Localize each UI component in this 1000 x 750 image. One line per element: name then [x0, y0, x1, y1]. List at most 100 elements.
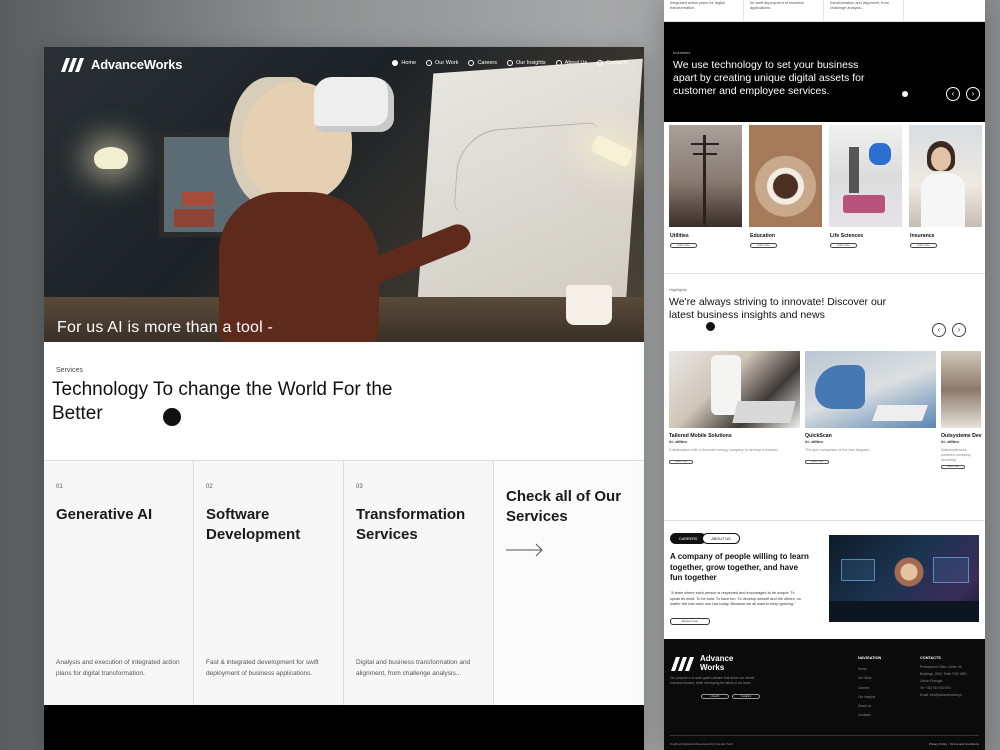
industry-card[interactable]: Life Sciences Learn more	[829, 125, 902, 265]
top-nav: AdvanceWorks Home Our Work Careers Our Insi…	[44, 47, 644, 83]
contact-line: Buildings, 2000, Tbilis 7000 4961	[920, 672, 967, 677]
brand-logo[interactable]: AdvanceWorks	[61, 57, 182, 72]
all-services-link[interactable]: Check all of Our Services	[506, 487, 636, 527]
careers-tabs: CAREERS ABOUT US	[670, 533, 740, 544]
highlight-tags: AI, utilities	[805, 440, 824, 444]
highlight-card[interactable]: Tailored Mobile Solutions AI, utilities …	[669, 351, 800, 481]
education-image	[749, 125, 822, 227]
decorative-dot	[163, 408, 181, 426]
radio-dot-icon	[597, 60, 604, 66]
nav-item-our-work[interactable]: Our Work	[426, 60, 458, 66]
nav-item-label: About Us	[564, 60, 588, 66]
highlight-tags: AI, utilities	[669, 440, 688, 444]
highlight-description: Collaboration with a Denmark energy comp…	[669, 448, 778, 452]
learn-more-button[interactable]: Learn more	[910, 243, 937, 248]
services-eyebrow: Services	[56, 367, 83, 374]
prev-arrow-icon[interactable]: ‹	[946, 87, 960, 101]
card-number: 03	[356, 484, 363, 490]
highlight-card[interactable]: QuickScan AI, utilities The quiz compani…	[805, 351, 936, 481]
discover-more-button[interactable]: Discover more	[670, 618, 710, 625]
services-intro: Services Technology To change the World …	[44, 342, 644, 460]
nav-item-careers[interactable]: Careers	[468, 60, 497, 66]
footer-logo[interactable]: Advance Works	[670, 654, 740, 672]
nav-item-label: Our Insights	[516, 60, 546, 66]
nav-menu: Home Our Work Careers Our Insights About Us C…	[392, 60, 628, 66]
service-cards: 01 Generative AI Analysis and execution …	[44, 460, 644, 706]
footer-nav-link[interactable]: Careers	[858, 684, 881, 693]
card-description: Fast & integrated development for swift …	[206, 659, 319, 677]
industry-card[interactable]: Utilities Learn more	[669, 125, 742, 265]
nav-item-label: Home	[401, 60, 416, 66]
radio-dot-icon	[555, 60, 562, 66]
industry-card[interactable]: Education Learn more	[749, 125, 822, 265]
card-description: Analysis and execution of integrated act…	[56, 659, 180, 677]
service-card[interactable]: 03 Transformation Services Digital and b…	[344, 461, 494, 706]
tab-careers[interactable]: CAREERS	[670, 533, 707, 544]
highlights-carousel: Tailored Mobile Solutions AI, utilities …	[669, 351, 985, 481]
learn-more-button[interactable]: Learn more	[669, 460, 693, 464]
footer-nav-link[interactable]: Contacts	[858, 711, 881, 720]
highlight-tags: AI, utilities	[941, 440, 960, 444]
learn-more-button[interactable]: Learn more	[830, 243, 857, 248]
tab-about-us[interactable]: ABOUT US	[702, 533, 740, 544]
highlight-title: Outsystems Dev	[941, 433, 982, 439]
footer-nav-link[interactable]: Our Insights	[858, 693, 881, 702]
highlights-eyebrow: Highlights	[669, 287, 687, 292]
next-arrow-icon[interactable]: ›	[952, 323, 966, 337]
hero-image: AdvanceWorks Home Our Work Careers Our Insi…	[44, 47, 644, 342]
service-card[interactable]: 02 Software Development Fast & integrate…	[194, 461, 344, 706]
card-description: transformation and alignment, from chall…	[824, 0, 904, 22]
nav-item-contacts[interactable]: Contacts	[597, 60, 628, 66]
card-title: Software Development	[206, 506, 301, 543]
outsystems-image	[941, 351, 981, 428]
contact-line: Professional Office Center 4b	[920, 665, 962, 669]
footer-nav-title: NAVIGATION	[858, 656, 882, 660]
contact-line: Tel +351 910 000 000	[920, 686, 951, 691]
highlight-title: QuickScan	[805, 433, 832, 439]
section-divider	[664, 273, 985, 274]
nav-item-home[interactable]: Home	[392, 60, 416, 66]
hero-caption: For us AI is more than a tool -	[57, 319, 274, 336]
footer-legal-links[interactable]: Privacy Policy · Terms and Conditions	[929, 742, 979, 746]
footer-nav-link[interactable]: Our Work	[858, 674, 881, 683]
highlight-card[interactable]: Outsystems Dev AI, utilities Nationwiden…	[941, 351, 982, 481]
arrow-right-icon[interactable]	[506, 543, 544, 557]
learn-more-button[interactable]: Learn more	[941, 465, 965, 469]
footer-nav-link[interactable]: About Us	[858, 702, 881, 711]
next-arrow-icon[interactable]: ›	[966, 87, 980, 101]
vr-headset	[314, 77, 394, 132]
card-description: for swift deployment of business applica…	[744, 0, 824, 22]
instagram-button[interactable]: Instagram	[732, 694, 760, 699]
industry-label: Utilities	[670, 233, 689, 239]
contact-line: Lisbon Portugal	[920, 679, 943, 684]
learn-more-button[interactable]: Learn more	[670, 243, 697, 248]
radio-dot-icon	[426, 60, 432, 66]
footer-nav-link[interactable]: Home	[858, 665, 881, 674]
service-cards-strip: integrated action plans for digital tran…	[664, 0, 985, 22]
footer-description: Our purpose is to work great software th…	[670, 676, 755, 685]
card-title: Generative AI	[56, 506, 153, 523]
industries-eyebrow: Industries	[673, 50, 691, 55]
careers-headline: A company of people willing to learn tog…	[670, 552, 809, 582]
nav-item-label: Our Work	[435, 60, 459, 66]
industries-section: Industries We use technology to set your…	[664, 22, 985, 122]
brand-name-line2: Works	[700, 662, 725, 672]
homepage-mock-desktop: AdvanceWorks Home Our Work Careers Our Insi…	[44, 47, 644, 750]
decorative-dot	[706, 322, 715, 331]
footer-strip	[44, 705, 644, 750]
all-services-card[interactable]: Check all of Our Services	[494, 461, 644, 706]
learn-more-button[interactable]: Learn more	[750, 243, 777, 248]
industries-headline: We use technology to set your business a…	[673, 59, 865, 97]
footer-contacts-title: CONTACTS	[920, 656, 941, 660]
industry-label: Education	[750, 233, 776, 239]
logo-mark-icon	[61, 57, 84, 72]
service-card[interactable]: 01 Generative AI Analysis and execution …	[44, 461, 194, 706]
highlight-title: Tailored Mobile Solutions	[669, 433, 732, 439]
radio-dot-icon	[392, 60, 399, 66]
nav-item-our-insights[interactable]: Our Insights	[507, 60, 546, 66]
linkedin-button[interactable]: LinkedIn	[701, 694, 729, 699]
nav-item-about-us[interactable]: About Us	[555, 60, 588, 66]
prev-arrow-icon[interactable]: ‹	[932, 323, 946, 337]
learn-more-button[interactable]: Learn more	[805, 460, 829, 464]
industry-card[interactable]: Insurance Learn more	[909, 125, 982, 265]
